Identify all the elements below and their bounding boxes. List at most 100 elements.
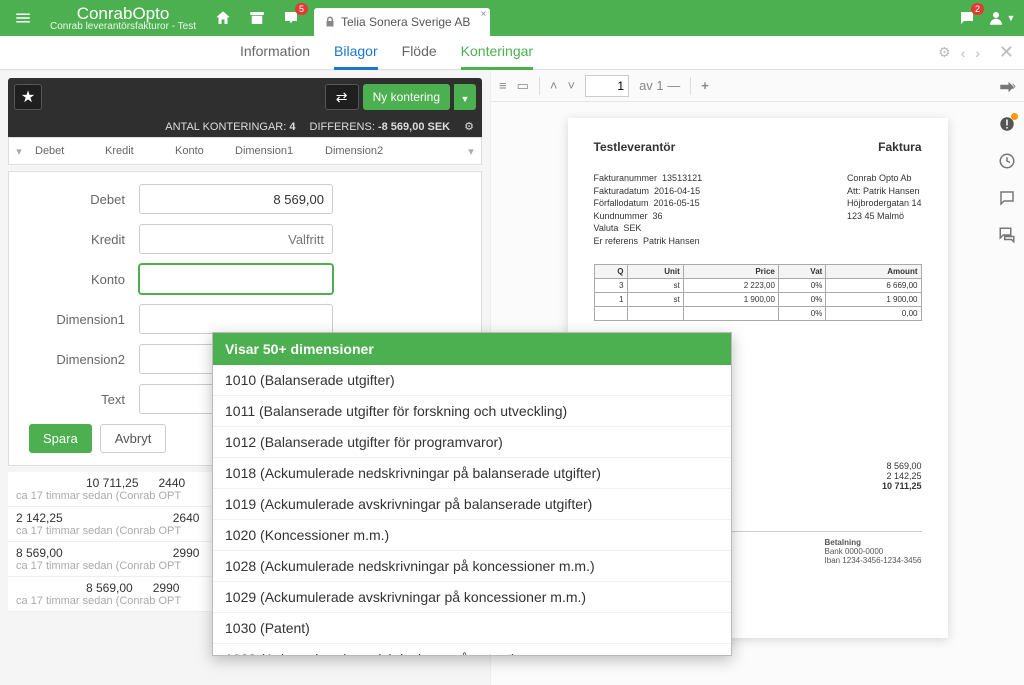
- row-val: 2990: [153, 581, 180, 595]
- col-dim1: Dimension1: [229, 145, 319, 157]
- dropdown-item[interactable]: 1038 (Ackumulerade nedskrivningar på pat…: [213, 644, 731, 655]
- action-rail: [990, 70, 1024, 685]
- kontering-infobar: ANTAL KONTERINGAR: 4 DIFFERENS: -8 569,0…: [8, 116, 482, 137]
- row-val: 2990: [173, 546, 200, 560]
- label-dim1: Dimension1: [29, 312, 139, 327]
- user-icon: [987, 9, 1005, 27]
- page-input[interactable]: [585, 75, 629, 97]
- kontering-panel: ★ ⇄ Ny kontering ▼ ANTAL KONTERINGAR: 4 …: [0, 70, 490, 685]
- tab-bilagor[interactable]: Bilagor: [334, 36, 378, 70]
- input-debet[interactable]: [139, 184, 333, 214]
- label-debet: Debet: [29, 192, 139, 207]
- comments-icon[interactable]: [998, 226, 1016, 249]
- user-menu-button[interactable]: ▼: [984, 1, 1018, 35]
- gear-icon[interactable]: ⚙: [938, 44, 951, 61]
- label-text: Text: [29, 392, 139, 407]
- input-konto[interactable]: [139, 264, 333, 294]
- home-button[interactable]: [206, 1, 240, 35]
- kontering-header: ★ ⇄ Ny kontering ▼: [8, 78, 482, 116]
- thumbnails-icon[interactable]: ≡: [499, 78, 507, 93]
- dropdown-header: Visar 50+ dimensioner: [213, 333, 731, 365]
- shuffle-icon: ⇄: [336, 89, 348, 106]
- topbar: ConrabOpto Conrab leverantörsfakturor - …: [0, 0, 1024, 36]
- tab-konteringar[interactable]: Konteringar: [461, 36, 533, 70]
- new-kontering-button[interactable]: Ny kontering: [363, 84, 450, 110]
- archive-button[interactable]: [240, 1, 274, 35]
- page-icon[interactable]: ▭: [517, 78, 529, 94]
- company-tab-label: Telia Sonera Sverige AB: [341, 15, 470, 29]
- inbox-badge: 5: [295, 3, 308, 15]
- dropdown-item[interactable]: 1010 (Balanserade utgifter): [213, 365, 731, 396]
- subtab-bar: Information Bilagor Flöde Konteringar ⚙ …: [0, 36, 1024, 70]
- dropdown-item[interactable]: 1030 (Patent): [213, 613, 731, 644]
- close-panel-icon[interactable]: ✕: [999, 42, 1014, 63]
- scroll-right-icon[interactable]: ▾: [461, 145, 481, 158]
- dropdown-item[interactable]: 1018 (Ackumulerade nedskrivningar på bal…: [213, 458, 731, 489]
- row-val: 8 569,00: [16, 546, 63, 560]
- diff-label: DIFFERENS:: [310, 121, 375, 133]
- company-tab[interactable]: Telia Sonera Sverige AB ×: [314, 8, 490, 36]
- col-dim2: Dimension2: [319, 145, 461, 157]
- diff-value: -8 569,00 SEK: [378, 121, 450, 133]
- chat-button[interactable]: 2: [950, 1, 984, 35]
- hamburger-icon: [14, 9, 32, 27]
- prev-page-icon[interactable]: ˄: [550, 78, 558, 93]
- gear-icon[interactable]: ⚙: [464, 120, 474, 133]
- tab-flode[interactable]: Flöde: [402, 36, 437, 70]
- dropdown-item[interactable]: 1011 (Balanserade utgifter för forskning…: [213, 396, 731, 427]
- row-val: 2440: [159, 476, 186, 490]
- dropdown-item[interactable]: 1028 (Ackumulerade nedskrivningar på kon…: [213, 551, 731, 582]
- label-kredit: Kredit: [29, 232, 139, 247]
- close-tab-icon[interactable]: ×: [481, 9, 487, 20]
- page-total: av 1 —: [639, 78, 680, 93]
- input-dim1[interactable]: [139, 304, 333, 334]
- brand-name: ConrabOpto: [77, 5, 170, 22]
- next-page-icon[interactable]: ˅: [567, 78, 575, 93]
- menu-button[interactable]: [6, 1, 40, 35]
- row-val: 10 711,25: [86, 476, 139, 490]
- dropdown-list[interactable]: 1010 (Balanserade utgifter) 1011 (Balans…: [213, 365, 731, 655]
- shuffle-button[interactable]: ⇄: [325, 84, 359, 110]
- label-konto: Konto: [29, 272, 139, 287]
- row-val: 2640: [173, 511, 200, 525]
- col-kredit: Kredit: [99, 145, 169, 157]
- inbox-button[interactable]: 5: [274, 1, 308, 35]
- alert-icon[interactable]: [998, 115, 1016, 138]
- archive-icon: [248, 9, 266, 27]
- row-val: 2 142,25: [16, 511, 63, 525]
- main-split: ★ ⇄ Ny kontering ▼ ANTAL KONTERINGAR: 4 …: [0, 70, 1024, 685]
- favorite-button[interactable]: ★: [14, 84, 42, 110]
- prev-icon[interactable]: ‹: [961, 45, 966, 61]
- scroll-left-icon[interactable]: ▾: [9, 145, 29, 158]
- col-debet: Debet: [29, 145, 99, 157]
- home-icon: [214, 9, 232, 27]
- dropdown-item[interactable]: 1019 (Ackumulerade avskrivningar på bala…: [213, 489, 731, 520]
- comment-icon[interactable]: [998, 189, 1016, 212]
- antal-label: ANTAL KONTERINGAR:: [165, 121, 286, 133]
- forward-icon[interactable]: [998, 78, 1016, 101]
- brand: ConrabOpto Conrab leverantörsfakturor - …: [40, 5, 206, 32]
- brand-subtitle: Conrab leverantörsfakturor - Test: [50, 22, 196, 32]
- chevron-down-icon: ▼: [461, 94, 470, 104]
- row-val: 8 569,00: [86, 581, 133, 595]
- new-kontering-dropdown[interactable]: ▼: [454, 84, 476, 110]
- zoom-in-icon[interactable]: +: [701, 78, 709, 93]
- antal-value: 4: [289, 121, 295, 133]
- label-dim2: Dimension2: [29, 352, 139, 367]
- col-konto: Konto: [169, 145, 229, 157]
- next-icon[interactable]: ›: [975, 45, 980, 61]
- save-button[interactable]: Spara: [29, 424, 92, 453]
- invoice-address: Conrab Opto Ab Att: Patrik Hansen Höjbro…: [847, 172, 922, 248]
- dropdown-item[interactable]: 1020 (Koncessioner m.m.): [213, 520, 731, 551]
- input-kredit[interactable]: [139, 224, 333, 254]
- clock-icon[interactable]: [998, 152, 1016, 175]
- dropdown-item[interactable]: 1012 (Balanserade utgifter för programva…: [213, 427, 731, 458]
- dropdown-item[interactable]: 1029 (Ackumulerade avskrivningar på konc…: [213, 582, 731, 613]
- chevron-down-icon: ▼: [1007, 13, 1016, 23]
- cancel-button[interactable]: Avbryt: [100, 424, 167, 453]
- invoice-vendor: Testleverantör: [594, 140, 676, 154]
- viewer-toolbar: ≡ ▭ ˄ ˅ av 1 — + »: [491, 70, 1024, 102]
- invoice-meta-left: Fakturanummer 13513121 Fakturadatum 2016…: [594, 172, 703, 248]
- kontering-columns: ▾ Debet Kredit Konto Dimension1 Dimensio…: [8, 137, 482, 165]
- tab-information[interactable]: Information: [240, 36, 310, 70]
